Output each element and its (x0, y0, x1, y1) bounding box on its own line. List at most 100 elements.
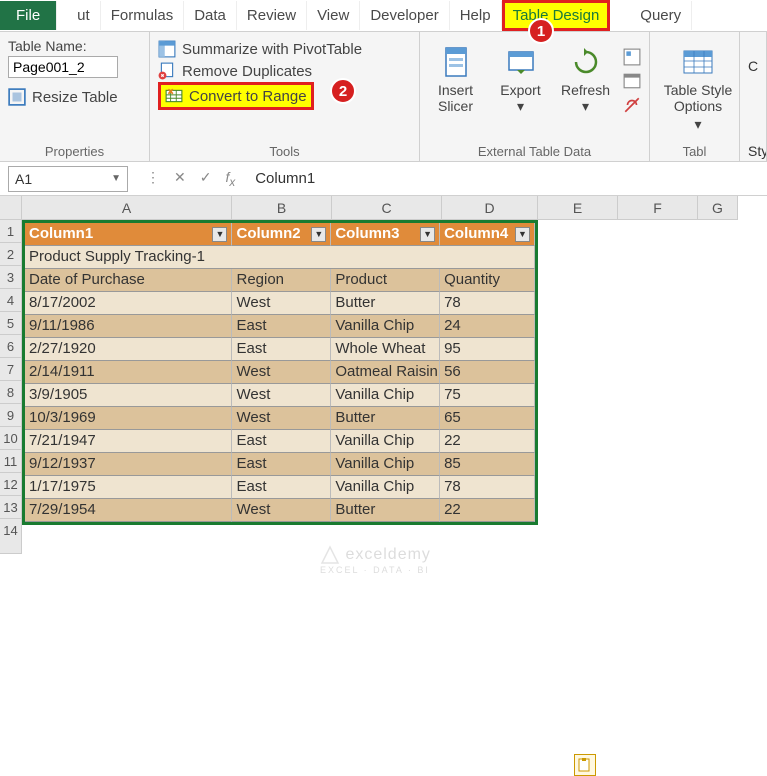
table-row[interactable]: 9/12/1937EastVanilla Chip85 (25, 453, 535, 476)
table-cell[interactable]: 24 (440, 315, 535, 338)
table-cell[interactable]: Quantity (440, 269, 535, 292)
row-header[interactable]: 10 (0, 427, 22, 450)
tab-query[interactable]: Query (630, 1, 692, 30)
table-cell[interactable]: 2/14/1911 (25, 361, 232, 384)
table-cell[interactable]: East (232, 338, 331, 361)
row-header[interactable]: 3 (0, 266, 22, 289)
tab-data[interactable]: Data (184, 1, 237, 30)
table-cell[interactable]: 7/29/1954 (25, 499, 232, 522)
table-cell[interactable]: East (232, 315, 331, 338)
table-cell[interactable]: 78 (440, 476, 535, 499)
table-cell[interactable]: Date of Purchase (25, 269, 232, 292)
tab-view[interactable]: View (307, 1, 360, 30)
row-header[interactable]: 7 (0, 358, 22, 381)
table-cell[interactable]: Whole Wheat (331, 338, 440, 361)
remove-duplicates-button[interactable]: Remove Duplicates (158, 60, 411, 82)
table-cell[interactable]: 9/11/1986 (25, 315, 232, 338)
title-cell[interactable]: Product Supply Tracking-1 (25, 246, 535, 269)
row-header[interactable]: 9 (0, 404, 22, 427)
paste-options-icon[interactable] (574, 754, 596, 776)
table-cell[interactable]: Oatmeal Raisin (331, 361, 440, 384)
table-cell[interactable]: 65 (440, 407, 535, 430)
name-box-dropdown-icon[interactable]: ▼ (111, 173, 121, 184)
convert-to-range-button[interactable]: Convert to Range (158, 82, 314, 110)
table-cell[interactable]: 8/17/2002 (25, 292, 232, 315)
filter-dropdown-icon[interactable]: ▼ (212, 227, 227, 242)
refresh-button[interactable]: Refresh▾ (558, 44, 613, 115)
table-cell[interactable]: West (232, 499, 331, 522)
table-row[interactable]: 3/9/1905WestVanilla Chip75 (25, 384, 535, 407)
row-header[interactable]: 14 (0, 519, 22, 554)
col-header[interactable]: G (698, 196, 738, 220)
col-header[interactable]: C (332, 196, 442, 220)
table-cell[interactable]: West (232, 407, 331, 430)
table-cell[interactable]: East (232, 430, 331, 453)
table-row[interactable]: 1/17/1975EastVanilla Chip78 (25, 476, 535, 499)
row-header[interactable]: 5 (0, 312, 22, 335)
table-row[interactable]: 9/11/1986EastVanilla Chip24 (25, 315, 535, 338)
tab-file[interactable]: File (0, 1, 57, 30)
table-cell[interactable]: 10/3/1969 (25, 407, 232, 430)
filter-dropdown-icon[interactable]: ▼ (311, 227, 326, 242)
browser-icon[interactable] (623, 72, 641, 90)
properties-icon[interactable] (623, 48, 641, 66)
tab-developer[interactable]: Developer (360, 1, 449, 30)
tab-help[interactable]: Help (450, 1, 502, 30)
row-header[interactable]: 13 (0, 496, 22, 519)
tab-table-design[interactable]: Table Design (502, 0, 611, 31)
table-cell[interactable]: 85 (440, 453, 535, 476)
table-cell[interactable]: Product (331, 269, 440, 292)
table-row[interactable]: 8/17/2002WestButter78 (25, 292, 535, 315)
cancel-icon[interactable]: ✕ (174, 169, 186, 189)
table-cell[interactable]: East (232, 453, 331, 476)
tab-formulas[interactable]: Formulas (101, 1, 185, 30)
tab-review[interactable]: Review (237, 1, 307, 30)
accept-icon[interactable]: ✓ (200, 169, 212, 189)
table-cell[interactable]: 95 (440, 338, 535, 361)
table-cell[interactable]: Vanilla Chip (331, 476, 440, 499)
filter-dropdown-icon[interactable]: ▼ (420, 227, 435, 242)
row-header[interactable]: 2 (0, 243, 22, 266)
table-cell[interactable]: 78 (440, 292, 535, 315)
col-header[interactable]: B (232, 196, 332, 220)
row-header[interactable]: 8 (0, 381, 22, 404)
resize-table-button[interactable]: Resize Table (8, 88, 141, 106)
table-cell[interactable]: 56 (440, 361, 535, 384)
row-header[interactable]: 6 (0, 335, 22, 358)
dots-icon[interactable]: ⋮ (146, 169, 160, 189)
insert-slicer-button[interactable]: Insert Slicer (428, 44, 483, 114)
table-row[interactable]: Product Supply Tracking-1 (25, 246, 535, 269)
row-header[interactable]: 11 (0, 450, 22, 473)
table-cell[interactable]: East (232, 476, 331, 499)
table-cell[interactable]: 1/17/1975 (25, 476, 232, 499)
col-header[interactable]: E (538, 196, 618, 220)
table-cell[interactable]: Butter (331, 292, 440, 315)
formula-bar[interactable]: Column1 (245, 170, 767, 187)
table-cell[interactable]: Vanilla Chip (331, 430, 440, 453)
select-all-corner[interactable] (0, 196, 22, 220)
col-header[interactable]: F (618, 196, 698, 220)
summarize-pivot-button[interactable]: Summarize with PivotTable (158, 38, 411, 60)
table-cell[interactable]: 3/9/1905 (25, 384, 232, 407)
row-header[interactable]: 4 (0, 289, 22, 312)
tab-truncated[interactable]: ut (57, 1, 101, 30)
table-row[interactable]: Date of PurchaseRegionProductQuantity (25, 269, 535, 292)
table-cell[interactable]: Region (232, 269, 331, 292)
table-cell[interactable]: Vanilla Chip (331, 453, 440, 476)
name-box[interactable]: A1 ▼ (8, 166, 128, 192)
excel-table[interactable]: Column1▼ Column2▼ Column3▼ Column4▼ Prod… (22, 220, 538, 525)
table-cell[interactable]: Butter (331, 499, 440, 522)
table-cell[interactable]: 75 (440, 384, 535, 407)
row-header[interactable]: 1 (0, 220, 22, 243)
table-row[interactable]: 2/27/1920EastWhole Wheat95 (25, 338, 535, 361)
table-header-cell[interactable]: Column2▼ (232, 223, 331, 246)
table-row[interactable]: 2/14/1911WestOatmeal Raisin56 (25, 361, 535, 384)
table-cell[interactable]: West (232, 384, 331, 407)
table-name-input[interactable] (8, 56, 118, 78)
col-header[interactable]: D (442, 196, 538, 220)
table-style-options-button[interactable]: Table Style Options ▾ (658, 44, 738, 133)
filter-dropdown-icon[interactable]: ▼ (515, 227, 530, 242)
table-header-cell[interactable]: Column4▼ (440, 223, 535, 246)
row-header[interactable]: 12 (0, 473, 22, 496)
table-cell[interactable]: 7/21/1947 (25, 430, 232, 453)
